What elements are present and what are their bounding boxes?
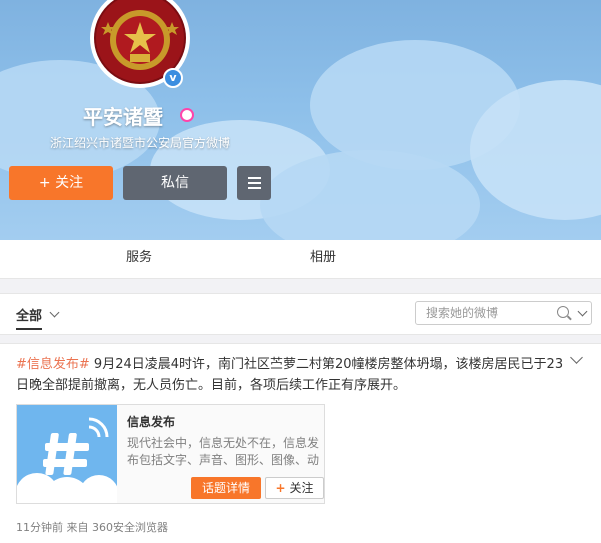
chevron-down-icon[interactable] xyxy=(577,306,588,317)
topic-card[interactable]: 信息发布 现代社会中，信息无处不在，信息发布包括文字、声音、图形、图像、动 话题… xyxy=(16,404,325,504)
member-badge-icon[interactable] xyxy=(180,108,194,122)
topic-card-title[interactable]: 信息发布 xyxy=(127,413,175,430)
more-menu-button[interactable] xyxy=(237,166,271,200)
post-options-chevron-icon[interactable] xyxy=(570,351,583,364)
filter-underline xyxy=(16,328,42,330)
follow-label: 关注 xyxy=(55,175,84,191)
tab-services[interactable]: 服务 xyxy=(126,240,152,278)
topic-detail-button[interactable]: 话题详情 xyxy=(191,477,261,499)
message-label: 私信 xyxy=(161,175,189,191)
menu-icon xyxy=(248,177,261,189)
follow-button[interactable]: + 关注 xyxy=(9,166,113,200)
search-input[interactable] xyxy=(424,305,548,321)
search-icon[interactable] xyxy=(557,306,569,318)
topic-hashtag-link[interactable]: #信息发布# xyxy=(16,357,90,372)
weibo-post: #信息发布# 9月24日凌晨4时许，南门社区苎萝二村第20幢楼房整体坍塌，该楼房… xyxy=(0,343,601,543)
topic-hash-icon xyxy=(17,405,117,503)
plus-icon: + xyxy=(38,175,51,191)
profile-name: 平安诸暨 xyxy=(83,105,163,129)
filter-all-dropdown[interactable]: 全部 xyxy=(16,305,42,324)
profile-description: 浙江绍兴市诸暨市公安局官方微博 xyxy=(50,136,231,150)
post-text: #信息发布# 9月24日凌晨4时许，南门社区苎萝二村第20幢楼房整体坍塌，该楼房… xyxy=(16,354,568,396)
weibo-search-box xyxy=(415,301,592,325)
message-button[interactable]: 私信 xyxy=(123,166,227,200)
chevron-down-icon[interactable] xyxy=(49,307,60,318)
topic-follow-button[interactable]: + 关注 xyxy=(265,477,324,499)
profile-tabs: 服务 相册 xyxy=(0,240,601,279)
profile-cover: v 平安诸暨 浙江绍兴市诸暨市公安局官方微博 + 关注 私信 xyxy=(0,0,601,240)
verified-badge-icon: v xyxy=(163,68,183,88)
feed-filter-bar: 全部 xyxy=(0,293,601,335)
topic-card-description: 现代社会中，信息无处不在，信息发布包括文字、声音、图形、图像、动 xyxy=(127,436,320,467)
topic-follow-label: 关注 xyxy=(289,481,314,495)
post-meta: 11分钟前 来自 360安全浏览器 xyxy=(16,521,168,534)
post-body: 9月24日凌晨4时许，南门社区苎萝二村第20幢楼房整体坍塌，该楼房居民已于23日… xyxy=(16,357,564,393)
tab-album[interactable]: 相册 xyxy=(310,240,336,278)
plus-icon: + xyxy=(275,481,286,495)
